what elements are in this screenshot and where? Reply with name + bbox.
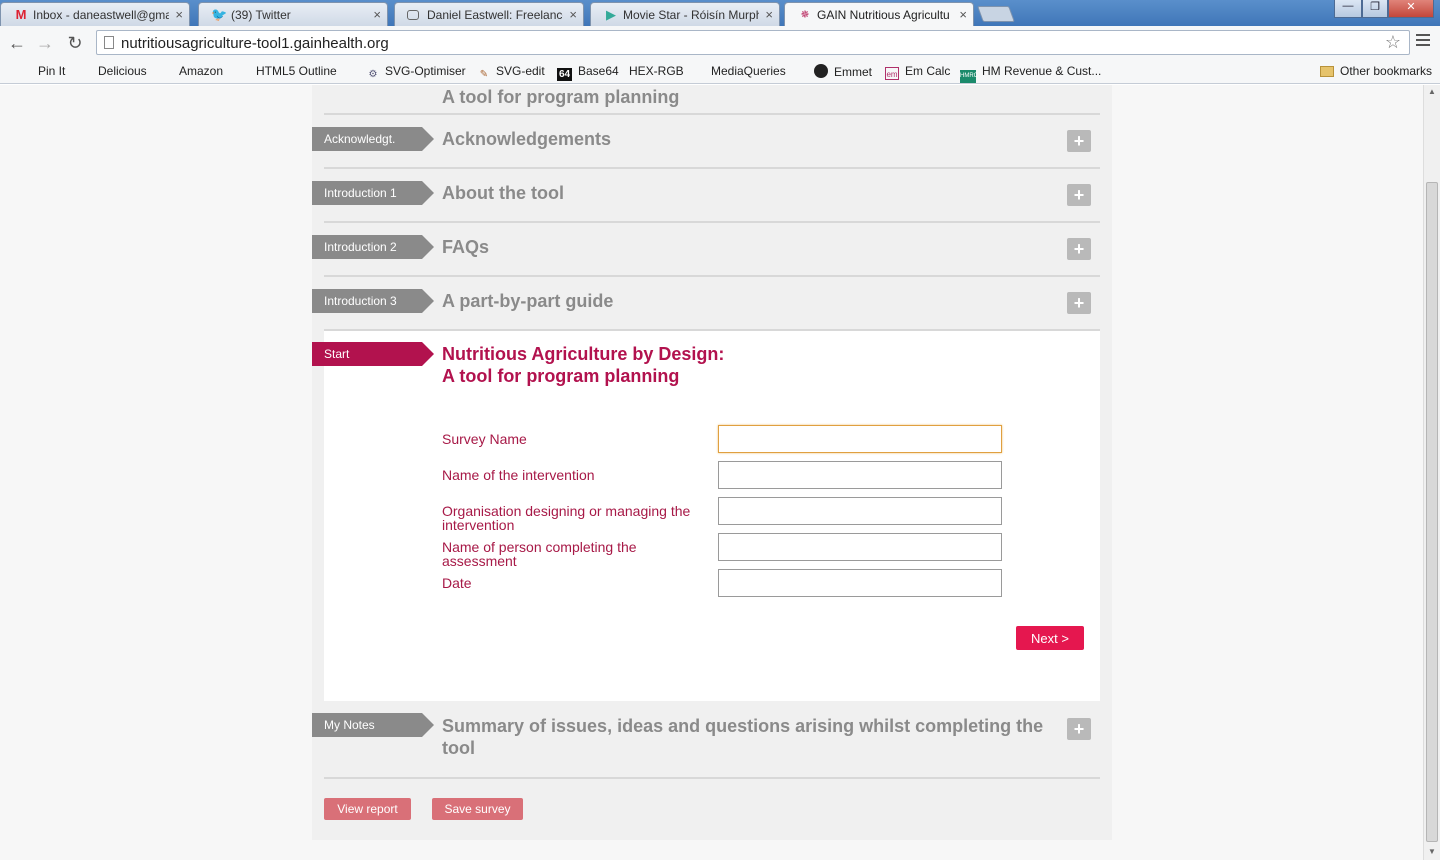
url-text: nutritiousagriculture-tool1.gainhealth.o… bbox=[121, 35, 389, 52]
bookmark-svg-edit[interactable]: ✎ SVG-edit bbox=[478, 64, 545, 81]
svg-optimiser-icon: ⚙ bbox=[368, 69, 378, 80]
section-introduction-3[interactable]: Introduction 3 A part-by-part guide + bbox=[312, 277, 1100, 331]
expand-icon[interactable]: + bbox=[1067, 184, 1091, 206]
hmrc-icon: HMRC bbox=[960, 70, 978, 83]
bookmark-amazon[interactable]: Amazon bbox=[179, 64, 223, 162]
minimize-window-button[interactable]: — bbox=[1334, 0, 1362, 18]
expand-icon[interactable]: + bbox=[1067, 238, 1091, 260]
bookmark-base64[interactable]: 64 Base64 bbox=[557, 64, 619, 81]
next-button[interactable]: Next > bbox=[1016, 626, 1084, 650]
close-window-button[interactable]: ✕ bbox=[1388, 0, 1434, 18]
bookmark-delicious[interactable]: Delicious bbox=[98, 64, 147, 162]
section-title: Acknowledgements bbox=[442, 129, 612, 149]
expand-icon[interactable]: + bbox=[1067, 718, 1091, 740]
organisation-input[interactable] bbox=[718, 497, 1002, 525]
intervention-name-label: Name of the intervention bbox=[442, 467, 595, 483]
scroll-up-icon[interactable]: ▲ bbox=[1428, 87, 1436, 96]
twitter-icon: 🐦 bbox=[211, 7, 228, 22]
base64-icon: 64 bbox=[557, 68, 572, 81]
section-introduction-1[interactable]: Introduction 1 About the tool + bbox=[312, 169, 1100, 223]
browser-tab-strip: M Inbox - daneastwell@gma × 🐦 (39) Twitt… bbox=[0, 0, 1440, 26]
expand-icon[interactable]: + bbox=[1067, 292, 1091, 314]
browser-tab-gmail[interactable]: M Inbox - daneastwell@gma × bbox=[0, 2, 190, 26]
close-tab-icon[interactable]: × bbox=[765, 7, 773, 22]
close-tab-icon[interactable]: × bbox=[373, 7, 381, 22]
section-title: FAQs bbox=[442, 237, 490, 257]
section-title: About the tool bbox=[442, 183, 564, 203]
maximize-window-button[interactable]: ❐ bbox=[1362, 0, 1388, 18]
bookmark-star-icon[interactable]: ☆ bbox=[1385, 32, 1401, 53]
bookmarks-bar: Pin It Delicious Amazon HTML5 Outline ⚙ S… bbox=[0, 60, 1440, 162]
bookmark-pin-it[interactable]: Pin It bbox=[38, 64, 65, 162]
section-acknowledgements[interactable]: Acknowledgt. Acknowledgements + bbox=[312, 115, 1100, 169]
start-title: Nutritious Agriculture by Design: A tool… bbox=[442, 344, 725, 386]
emmet-icon bbox=[814, 64, 828, 78]
date-input[interactable] bbox=[718, 569, 1002, 597]
person-name-input[interactable] bbox=[718, 533, 1002, 561]
svg-edit-icon: ✎ bbox=[479, 69, 489, 80]
section-introduction-2[interactable]: Introduction 2 FAQs + bbox=[312, 223, 1100, 277]
intro-section-partial: A tool for program planning bbox=[324, 85, 1100, 115]
menu-icon[interactable] bbox=[1416, 34, 1430, 48]
browser-toolbar: ← → ↻ nutritiousagriculture-tool1.gainhe… bbox=[0, 26, 1440, 60]
section-tag: Acknowledgt. bbox=[312, 127, 434, 151]
section-tag: My Notes bbox=[312, 713, 434, 737]
page-icon bbox=[407, 10, 419, 20]
bookmark-mediaqueries[interactable]: MediaQueries bbox=[711, 64, 786, 162]
view-report-button[interactable]: View report bbox=[324, 798, 411, 820]
page-scrollbar[interactable]: ▲ ▼ bbox=[1423, 85, 1440, 860]
save-survey-button[interactable]: Save survey bbox=[432, 798, 523, 820]
section-start: Start Nutritious Agriculture by Design: … bbox=[312, 331, 1100, 701]
bookmark-hex-rgb[interactable]: HEX-RGB bbox=[629, 64, 684, 162]
scrollbar-thumb[interactable] bbox=[1426, 182, 1438, 842]
section-my-notes[interactable]: My Notes Summary of issues, ideas and qu… bbox=[312, 701, 1100, 779]
page-viewport: A tool for program planning Acknowledgt.… bbox=[0, 85, 1423, 860]
play-icon: ▶ bbox=[606, 7, 616, 22]
bookmark-svg-optimiser[interactable]: ⚙ SVG-Optimiser bbox=[367, 64, 466, 81]
forward-icon[interactable]: → bbox=[33, 31, 57, 55]
bookmark-em-calc[interactable]: em Em Calc bbox=[885, 64, 950, 80]
section-tag: Introduction 1 bbox=[312, 181, 434, 205]
bookmark-hmrc[interactable]: HMRC HM Revenue & Cust... bbox=[960, 64, 1101, 83]
address-bar[interactable]: nutritiousagriculture-tool1.gainhealth.o… bbox=[96, 30, 1410, 55]
section-tag: Introduction 2 bbox=[312, 235, 434, 259]
date-label: Date bbox=[442, 575, 472, 591]
reload-icon[interactable]: ↻ bbox=[63, 31, 87, 55]
scroll-down-icon[interactable]: ▼ bbox=[1428, 847, 1436, 856]
close-tab-icon[interactable]: × bbox=[569, 7, 577, 22]
gain-icon: ✵ bbox=[800, 9, 810, 21]
back-icon[interactable]: ← bbox=[5, 31, 29, 55]
browser-tab-gain[interactable]: ✵ GAIN Nutritious Agricultu × bbox=[784, 2, 974, 26]
browser-tab-movie-star[interactable]: ▶ Movie Star - Róisín Murph × bbox=[590, 2, 780, 26]
emcalc-icon: em bbox=[885, 67, 899, 80]
survey-name-label: Survey Name bbox=[442, 431, 527, 447]
section-tag: Introduction 3 bbox=[312, 289, 434, 313]
gmail-icon: M bbox=[15, 7, 27, 22]
survey-name-input[interactable] bbox=[718, 425, 1002, 453]
close-tab-icon[interactable]: × bbox=[175, 7, 183, 22]
partial-title: A tool for program planning bbox=[442, 87, 680, 107]
tool-container: A tool for program planning Acknowledgt.… bbox=[312, 85, 1112, 840]
browser-tab-twitter[interactable]: 🐦 (39) Twitter × bbox=[198, 2, 388, 26]
browser-tab-daniel-eastwell[interactable]: Daniel Eastwell: Freelance × bbox=[394, 2, 584, 26]
bookmark-emmet[interactable]: Emmet bbox=[814, 64, 872, 79]
new-tab-button[interactable] bbox=[977, 6, 1015, 22]
bookmark-other-bookmarks[interactable]: Other bookmarks bbox=[1320, 64, 1432, 78]
organisation-label: Organisation designing or managing the i… bbox=[442, 503, 691, 533]
intervention-name-input[interactable] bbox=[718, 461, 1002, 489]
page-icon bbox=[104, 36, 114, 49]
close-tab-icon[interactable]: × bbox=[959, 7, 967, 22]
section-title: Summary of issues, ideas and questions a… bbox=[442, 716, 1044, 758]
expand-icon[interactable]: + bbox=[1067, 130, 1091, 152]
bookmark-html5-outline[interactable]: HTML5 Outline bbox=[256, 64, 337, 162]
section-title: A part-by-part guide bbox=[442, 291, 614, 311]
section-tag-start: Start bbox=[312, 342, 434, 366]
person-name-label: Name of person completing the assessment bbox=[442, 539, 637, 569]
folder-icon bbox=[1320, 66, 1334, 77]
